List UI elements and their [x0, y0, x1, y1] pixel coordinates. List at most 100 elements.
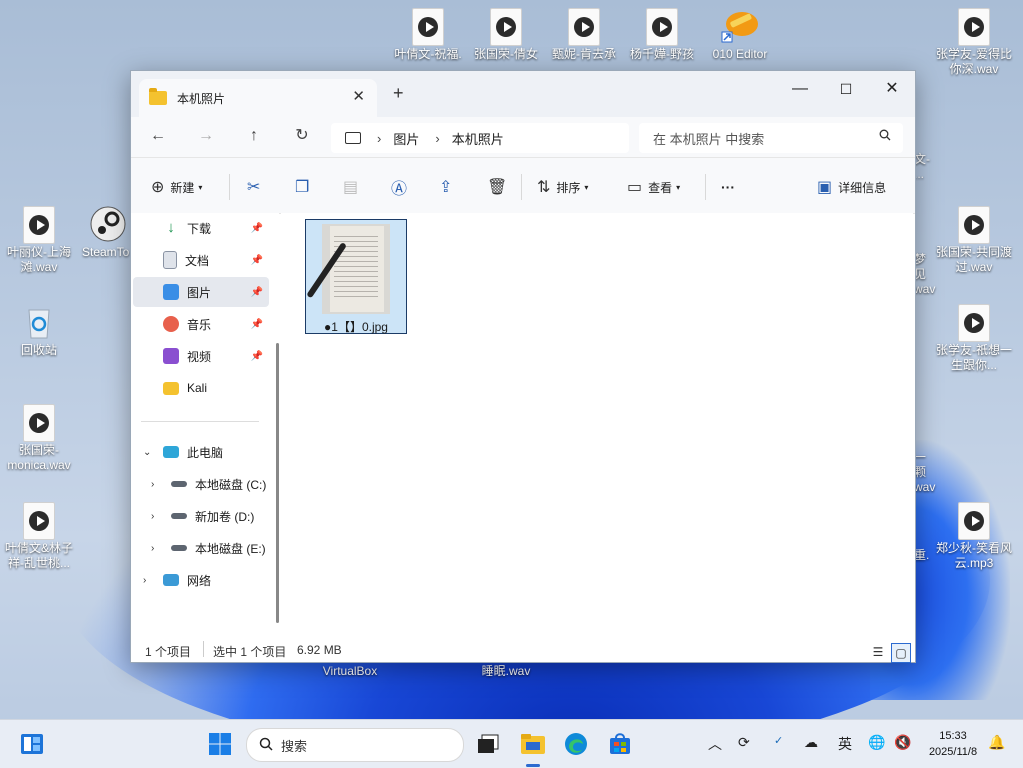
sidebar-item-label: 此电脑 [187, 445, 224, 460]
close-button[interactable]: ✕ [869, 75, 915, 103]
tray-app-icon[interactable]: ✓ [774, 734, 783, 747]
desktop-icon-label: 重. [914, 548, 930, 562]
toolbar-divider [705, 174, 706, 200]
copy-button[interactable]: ❐ [295, 176, 315, 198]
details-view-icon[interactable]: ☰ [869, 643, 887, 661]
desktop-icon-label: 文- [914, 152, 930, 166]
breadcrumb-photos[interactable]: 本机照片 [452, 129, 504, 148]
address-bar[interactable]: › 图片 › 本机照片 [331, 123, 629, 153]
sidebar-item-music[interactable]: 音乐 📌 [133, 309, 269, 339]
pin-icon: 📌 [250, 286, 263, 298]
new-button[interactable]: ⊕ 新建 ▾ [151, 176, 202, 198]
drive-icon [171, 481, 187, 487]
scrollbar-thumb[interactable] [276, 343, 279, 623]
input-method-indicator[interactable]: 英 [838, 734, 852, 754]
paste-button[interactable]: ▤ [343, 176, 364, 198]
file-item[interactable]: ●1【】0.jpg [305, 219, 407, 334]
desktop-icon-audio[interactable]: 杨千嬅-野孩 [623, 8, 701, 62]
desktop-icon-label: 叶丽仪-上海滩.wav [7, 245, 71, 274]
sidebar-item-pictures[interactable]: 图片 📌 [133, 277, 269, 307]
desktop-icon-audio[interactable]: 睡眠.wav [467, 664, 545, 679]
maximize-button[interactable]: ☐ [823, 75, 869, 103]
desktop-icon-audio[interactable]: 叶丽仪-上海滩.wav [0, 206, 78, 275]
sidebar-item-label: 本地磁盘 (C:) [195, 477, 267, 492]
task-view-icon[interactable] [476, 732, 500, 756]
sidebar-item-kali[interactable]: Kali [133, 373, 269, 403]
edge-icon[interactable] [564, 732, 588, 756]
sidebar-item-drive-e[interactable]: › 本地磁盘 (E:) [133, 533, 269, 563]
desktop-icon-label: 回收站 [20, 343, 57, 357]
audio-file-icon [958, 206, 990, 244]
desktop-icon-audio[interactable]: 张国荣-monica.wav [0, 404, 78, 473]
start-icon[interactable] [208, 732, 232, 756]
desktop-icon-virtualbox[interactable]: VirtualBox [311, 664, 389, 679]
desktop-icon-partial[interactable]: 一颗 wav [914, 450, 935, 495]
toolbar-divider [229, 174, 230, 200]
sidebar-item-videos[interactable]: 视频 📌 [133, 341, 269, 371]
rename-button[interactable]: Ⓐ [391, 176, 413, 198]
store-icon[interactable] [608, 732, 632, 756]
search-icon [879, 129, 891, 144]
clock-time: 15:33 [939, 730, 967, 742]
up-button[interactable]: ↑ [241, 125, 267, 147]
minimize-button[interactable]: — [777, 75, 823, 103]
sidebar-item-network[interactable]: › 网络 [133, 565, 269, 595]
desktop-icon-audio[interactable]: 叶倩文-祝福. [389, 8, 467, 62]
file-list: ●1【】0.jpg [281, 213, 913, 639]
sidebar-item-drive-c[interactable]: › 本地磁盘 (C:) [133, 469, 269, 499]
file-explorer-taskbar-icon[interactable] [520, 732, 545, 756]
video-icon [163, 348, 179, 364]
sidebar-item-label: 下载 [187, 221, 212, 236]
desktop-icon-label: 张国荣-倩女 [474, 47, 538, 61]
globe-icon[interactable]: 🌐 [868, 734, 885, 751]
sort-button[interactable]: ⇅ 排序 ▾ [537, 176, 588, 198]
010-editor-icon [720, 8, 760, 44]
toolbar-divider [521, 174, 522, 200]
sidebar-item-downloads[interactable]: ↓ 下载 📌 [133, 213, 269, 243]
desktop-icon-audio[interactable]: 张学友-爱得比你深.wav [935, 8, 1013, 77]
widgets-icon[interactable] [20, 732, 44, 756]
refresh-button[interactable]: ↻ [289, 125, 315, 147]
desktop-icon-partial[interactable]: 梦见 wav [914, 252, 935, 297]
clock[interactable]: 15:33 2025/11/8 [918, 728, 988, 760]
desktop-icon-partial[interactable]: 重. [914, 548, 934, 563]
taskbar-search-input[interactable]: 搜索 [246, 728, 464, 762]
network-offline-icon[interactable]: ☁ [804, 734, 818, 751]
sync-icon[interactable]: ⟳ [738, 734, 750, 751]
computer-icon [345, 132, 361, 144]
cut-button[interactable]: ✂ [247, 176, 266, 198]
sidebar-item-this-pc[interactable]: ⌄ 此电脑 [133, 437, 269, 467]
show-hidden-icons-chevron-icon[interactable]: ︿ [708, 734, 722, 754]
notification-bell-icon[interactable]: 🔔 [988, 734, 1005, 751]
sidebar-scrollbar[interactable] [276, 213, 280, 627]
forward-button[interactable]: → [193, 125, 219, 147]
tab-photos[interactable]: 本机照片 ✕ [139, 79, 377, 117]
view-button[interactable]: ▭ 查看 ▾ [627, 176, 680, 198]
rename-icon: Ⓐ [391, 181, 408, 198]
volume-muted-icon[interactable]: 🔇 [894, 734, 911, 751]
chevron-down-icon: ▾ [676, 182, 681, 192]
desktop-icon-audio[interactable]: 甄妮-肯去承 [545, 8, 623, 62]
more-options-button[interactable]: ··· [721, 176, 735, 198]
sidebar-item-documents[interactable]: 文档 📌 [133, 245, 269, 275]
desktop-icon-partial[interactable]: 文- ... [914, 152, 934, 182]
desktop-icon-audio[interactable]: 叶倩文&林子祥-乱世桃... [0, 502, 78, 571]
desktop-icon-audio[interactable]: 郑少秋-笑看风云.mp3 [935, 502, 1013, 571]
details-pane-button[interactable]: ▣ 详细信息 [817, 176, 886, 198]
share-button[interactable]: ⇪ [439, 176, 458, 198]
desktop-icon-label: 梦见 [914, 252, 927, 281]
desktop-icon-steam[interactable]: SteamTo [76, 206, 130, 260]
new-tab-button[interactable]: + [393, 83, 404, 104]
search-input[interactable]: 在 本机照片 中搜索 [639, 123, 903, 153]
desktop-icon-audio[interactable]: 张国荣-倩女 [467, 8, 545, 62]
tab-close-icon[interactable]: ✕ [352, 87, 365, 105]
desktop-icon-010-editor[interactable]: 010 Editor [701, 8, 779, 62]
breadcrumb-pictures[interactable]: 图片 [393, 129, 419, 148]
sidebar-item-drive-d[interactable]: › 新加卷 (D:) [133, 501, 269, 531]
delete-button[interactable]: 🗑 [487, 176, 513, 198]
desktop-icon-audio[interactable]: 张学友-祇想一生跟你... [935, 304, 1013, 373]
tiles-view-icon[interactable]: ▢ [891, 643, 911, 663]
desktop-icon-recycle-bin[interactable]: 回收站 [0, 304, 78, 358]
desktop-icon-audio[interactable]: 张国荣-共同渡过.wav [935, 206, 1013, 275]
back-button[interactable]: ← [145, 125, 171, 147]
